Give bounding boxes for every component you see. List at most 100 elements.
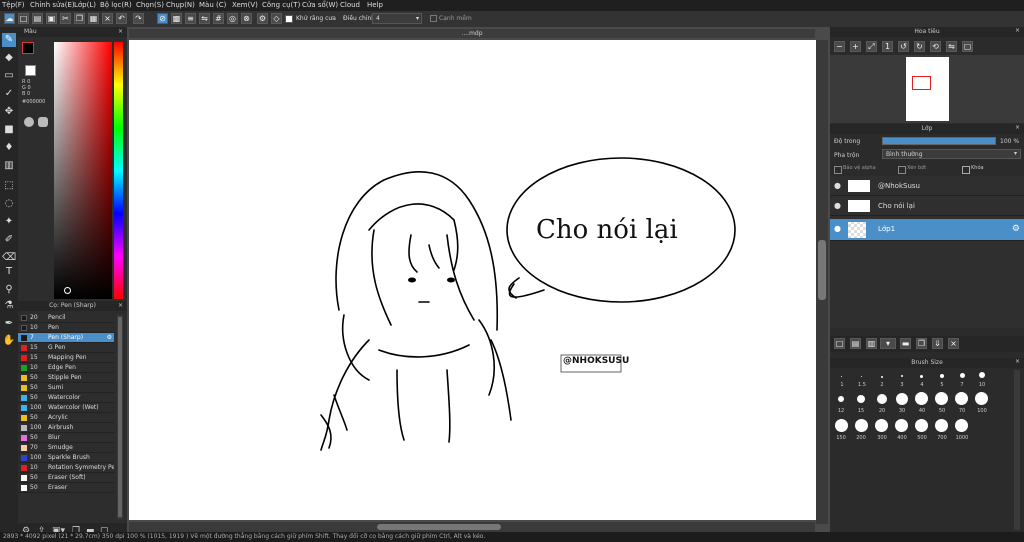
brush-size-dot[interactable]: [935, 419, 948, 432]
reset-rotation-icon[interactable]: ⟲: [930, 41, 941, 52]
brush-item[interactable]: 50 Blur: [18, 433, 114, 443]
protect-alpha-checkbox[interactable]: [834, 166, 842, 174]
delete-layer-icon[interactable]: ×: [948, 338, 959, 349]
panel-tool-icon[interactable]: ⚲: [2, 283, 16, 297]
new-halftone-icon[interactable]: ▥: [866, 338, 877, 349]
paste-icon[interactable]: ▦: [88, 13, 99, 24]
brush-item[interactable]: 10 Rotation Symmetry Pe: [18, 463, 114, 473]
brush-item[interactable]: 20 Pencil: [18, 313, 114, 323]
eraser-tool-icon[interactable]: ◆: [2, 51, 16, 65]
foreground-color-swatch[interactable]: [22, 42, 34, 54]
delete-icon[interactable]: ×: [102, 13, 113, 24]
blend-mode-select[interactable]: Bình thường ▾: [882, 149, 1021, 159]
navigator-viewport[interactable]: [912, 76, 931, 90]
stabilizer-select[interactable]: 4 ▾: [372, 13, 422, 24]
snap-circle-icon[interactable]: ◎: [227, 13, 238, 24]
copy-icon[interactable]: ❐: [74, 13, 85, 24]
vertical-scrollbar[interactable]: [816, 40, 828, 524]
close-icon[interactable]: ×: [1015, 124, 1020, 131]
brush-size-dot[interactable]: [877, 394, 887, 404]
close-icon[interactable]: ×: [1015, 358, 1020, 365]
brush-item[interactable]: 10 Pen: [18, 323, 114, 333]
menu-tools[interactable]: Công cụ(T): [262, 1, 300, 9]
brush-size-dot[interactable]: [895, 419, 908, 432]
select-all-icon[interactable]: ▩: [171, 13, 182, 24]
gradient-tool-icon[interactable]: ▥: [2, 159, 16, 173]
select-check-icon[interactable]: ✓: [2, 87, 16, 101]
color-sv-square[interactable]: [54, 42, 112, 299]
move-tool-icon[interactable]: ✥: [2, 105, 16, 119]
brush-size-dot[interactable]: [920, 375, 923, 378]
vertical-scrollbar-thumb[interactable]: [818, 240, 826, 300]
brush-size-dot[interactable]: [960, 373, 965, 378]
menu-view[interactable]: Xem(V): [232, 1, 258, 9]
layer-row[interactable]: ● Cho nói lại: [830, 196, 1024, 216]
layer-row[interactable]: ● @NhokSusu: [830, 176, 1024, 196]
fit-window-icon[interactable]: ⤢: [866, 41, 877, 52]
select-pen-icon[interactable]: ✐: [2, 233, 16, 247]
menu-window[interactable]: Cửa sổ(W): [302, 1, 338, 9]
brush-item[interactable]: 15 G Pen: [18, 343, 114, 353]
brush-size-scrollbar[interactable]: [1014, 370, 1020, 530]
horizontal-scrollbar[interactable]: [129, 522, 815, 532]
brush-item-selected[interactable]: 7 Pen (Sharp) ⚙: [18, 333, 114, 343]
invert-selection-icon[interactable]: ≡: [185, 13, 196, 24]
brush-size-dot[interactable]: [838, 396, 844, 402]
perspective-icon[interactable]: ◇: [271, 13, 282, 24]
flip-icon[interactable]: ⇋: [199, 13, 210, 24]
brush-item[interactable]: 50 Stipple Pen: [18, 373, 114, 383]
folder-icon[interactable]: ▬: [900, 338, 911, 349]
brush-size-dot[interactable]: [881, 376, 883, 378]
text-tool-icon[interactable]: T: [2, 265, 16, 279]
document-tab[interactable]: ....mdp: [129, 29, 815, 38]
brush-item[interactable]: 50 Eraser: [18, 483, 114, 493]
brush-item[interactable]: 50 Acrylic: [18, 413, 114, 423]
brush-item[interactable]: 50 Eraser (Soft): [18, 473, 114, 483]
rotate-left-icon[interactable]: ↺: [898, 41, 909, 52]
redo-icon[interactable]: ↷: [133, 13, 144, 24]
brush-size-dot[interactable]: [861, 376, 862, 377]
save-icon[interactable]: ▣: [46, 13, 57, 24]
bucket-tool-icon[interactable]: ♦: [2, 141, 16, 155]
palette-icon[interactable]: [24, 117, 34, 127]
select-rect-tool-icon[interactable]: ⬚: [2, 179, 16, 193]
rectangle-tool-icon[interactable]: ▭: [2, 69, 16, 83]
new-layer-icon[interactable]: □: [834, 338, 845, 349]
brush-size-dot[interactable]: [901, 375, 903, 377]
menu-cloud[interactable]: Cloud: [340, 1, 360, 9]
brush-size-dot[interactable]: [875, 419, 888, 432]
layer-row-selected[interactable]: ● Lớp1 ⚙: [830, 219, 1024, 241]
visibility-eye-icon[interactable]: ●: [834, 176, 841, 196]
magic-wand-icon[interactable]: ✦: [2, 215, 16, 229]
menu-file[interactable]: Tệp(F): [2, 1, 25, 9]
antialias-checkbox[interactable]: [285, 15, 293, 23]
brush-item[interactable]: 50 Watercolor: [18, 393, 114, 403]
scrollbar-thumb[interactable]: [118, 317, 122, 517]
open-file-icon[interactable]: ▤: [32, 13, 43, 24]
lock-checkbox[interactable]: [962, 166, 970, 174]
deselect-icon[interactable]: ⊘: [157, 13, 168, 24]
brush-size-dot[interactable]: [940, 374, 944, 378]
cut-icon[interactable]: ✂: [60, 13, 71, 24]
clipping-checkbox[interactable]: [898, 166, 906, 174]
brush-size-dot[interactable]: [855, 419, 868, 432]
menu-edit[interactable]: Chỉnh sửa(E): [30, 1, 75, 9]
brush-size-dot[interactable]: [915, 419, 928, 432]
opacity-slider[interactable]: [882, 137, 996, 145]
snap-settings-icon[interactable]: ⚙: [257, 13, 268, 24]
brush-list-scrollbar[interactable]: [117, 315, 123, 519]
grid-icon[interactable]: #: [213, 13, 224, 24]
brush-item[interactable]: 50 Sumi: [18, 383, 114, 393]
brush-item[interactable]: 100 Sparkle Brush: [18, 453, 114, 463]
brush-size-dot[interactable]: [841, 376, 842, 377]
close-icon[interactable]: ×: [1015, 27, 1020, 34]
brush-size-dot[interactable]: [955, 419, 968, 432]
edge-checkbox[interactable]: [430, 15, 437, 22]
lasso-tool-icon[interactable]: ◌: [2, 197, 16, 211]
brush-item[interactable]: 10 Edge Pen: [18, 363, 114, 373]
new-file-icon[interactable]: □: [18, 13, 29, 24]
visibility-eye-icon[interactable]: ●: [834, 196, 841, 216]
actual-size-icon[interactable]: 1: [882, 41, 893, 52]
undo-icon[interactable]: ↶: [116, 13, 127, 24]
brush-size-dot[interactable]: [979, 372, 985, 378]
